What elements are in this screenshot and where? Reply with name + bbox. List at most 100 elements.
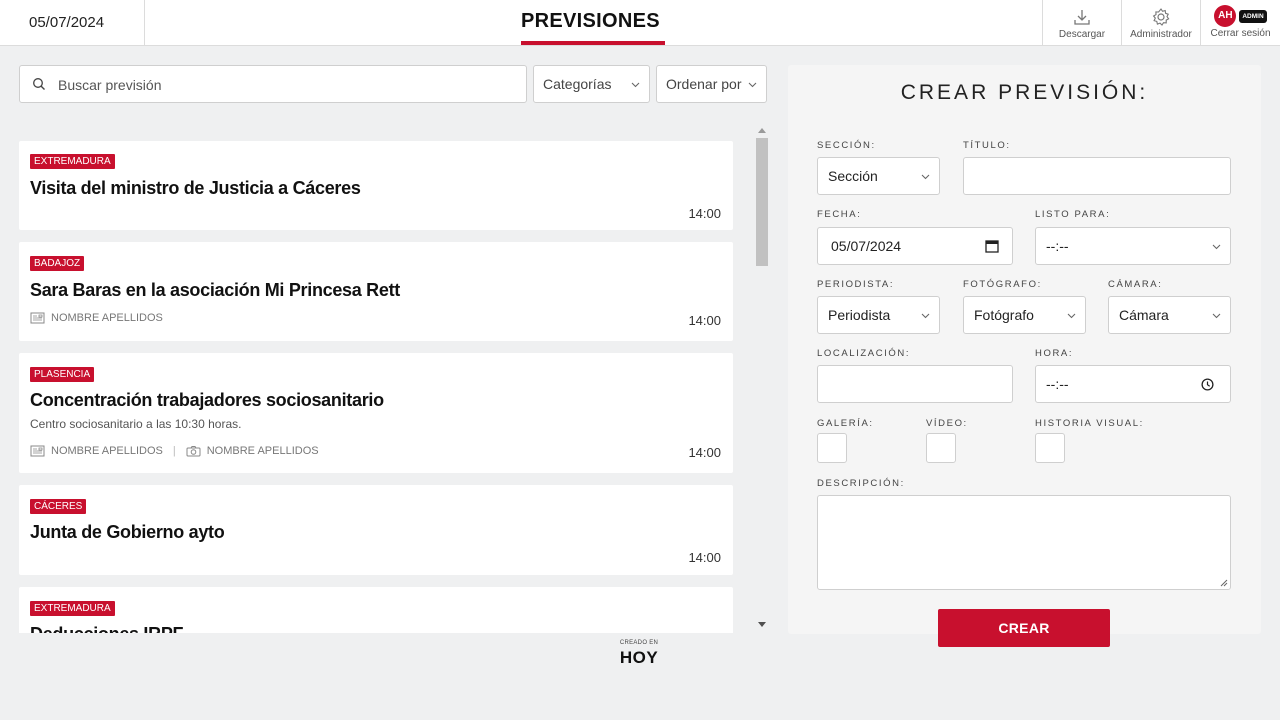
form-title: CREAR PREVISIÓN: [900,81,1149,104]
list-item[interactable]: CÁCERES Junta de Gobierno ayto 14:00 [19,485,733,575]
sort-label: Ordenar por [666,76,742,92]
item-title: Visita del ministro de Justicia a Cácere… [30,178,361,198]
historia-visual-checkbox[interactable] [1035,433,1065,463]
item-title: Junta de Gobierno ayto [30,522,225,542]
sort-dropdown[interactable]: Ordenar por [656,65,767,103]
create-form-panel: CREAR PREVISIÓN: SECCIÓN: Sección TÍTULO… [788,65,1261,647]
fotografo-value: Fotógrafo [974,307,1034,323]
created-in-label: CREADO EN [619,640,659,646]
localizacion-label: LOCALIZACIÓN: [817,348,911,359]
chevron-down-icon [631,82,640,88]
hora-input[interactable]: --:-- [1035,365,1231,403]
title-underline [521,41,665,45]
periodista-value: Periodista [828,307,891,323]
hoy-logo: HOY [619,648,659,667]
top-header: 05/07/2024 PREVISIONES Descargar Adminis… [0,0,1280,46]
camara-label: CÁMARA: [1108,279,1163,290]
listo-para-select[interactable]: --:-- [1035,227,1231,265]
seccion-label: SECCIÓN: [817,140,876,151]
current-date: 05/07/2024 [0,0,145,45]
item-time: 14:00 [688,206,721,221]
hora-label: HORA: [1035,348,1074,359]
user-badge: AH ADMIN [1201,5,1280,27]
listo-para-value: --:-- [1046,238,1069,254]
localizacion-input[interactable] [817,365,1013,403]
item-meta: NOMBRE APELLIDOS | NOMBRE APELLIDOS [30,445,319,457]
galeria-checkbox[interactable] [817,433,847,463]
item-meta: NOMBRE APELLIDOS [30,312,163,324]
list-item[interactable]: EXTREMADURA Deducciones IRPF [19,587,733,633]
categories-dropdown[interactable]: Categorías [533,65,650,103]
galeria-label: GALERÍA: [817,418,874,429]
list-item[interactable]: BADAJOZ Sara Baras en la asociación Mi P… [19,242,733,341]
scroll-down-arrow-icon[interactable] [758,622,766,627]
list-item[interactable]: EXTREMADURA Visita del ministro de Justi… [19,141,733,230]
avatar: AH [1214,5,1237,27]
search-icon [33,78,45,90]
chevron-down-icon [748,82,757,88]
periodista-select[interactable]: Periodista [817,296,940,334]
chevron-down-icon [921,313,930,319]
search-box[interactable] [19,65,527,103]
camara-select[interactable]: Cámara [1108,296,1231,334]
photographer-name: NOMBRE APELLIDOS [206,445,319,457]
seccion-select[interactable]: Sección [817,157,940,195]
journalist-name: NOMBRE APELLIDOS [51,445,163,457]
list-scrollbar[interactable] [753,125,768,633]
calendar-icon[interactable] [985,239,999,253]
item-time: 14:00 [688,313,721,328]
fecha-value: 05/07/2024 [831,238,902,254]
gear-icon [1152,8,1170,26]
fecha-label: FECHA: [817,209,862,220]
chevron-down-icon [921,174,930,180]
hora-value: --:-- [1046,376,1069,392]
historia-visual-label: HISTORIA VISUAL: [1035,418,1144,429]
download-icon [1074,10,1090,25]
camara-value: Cámara [1119,307,1169,323]
crear-button[interactable]: CREAR [938,609,1110,647]
descripcion-label: DESCRIPCIÓN: [817,478,905,489]
page-title: PREVISIONES [521,10,660,32]
scroll-up-arrow-icon[interactable] [758,128,766,133]
scrollbar-thumb[interactable] [756,138,768,266]
fotografo-select[interactable]: Fotógrafo [963,296,1086,334]
download-label: Descargar [1058,29,1106,40]
admin-label: Administrador [1130,29,1192,40]
resize-handle-icon[interactable] [1220,579,1228,587]
item-title: Concentración trabajadores sociosanitari… [30,390,384,410]
logout-button[interactable]: AH ADMIN Cerrar sesión [1200,0,1280,45]
video-label: VÍDEO: [926,418,968,429]
logout-label: Cerrar sesión [1210,28,1271,39]
search-input[interactable] [58,74,508,96]
meta-separator: | [172,445,176,457]
seccion-value: Sección [828,168,878,184]
admin-role-badge: ADMIN [1239,9,1267,23]
descripcion-textarea[interactable] [817,495,1231,590]
item-time: 14:00 [688,445,721,460]
fecha-input[interactable]: 05/07/2024 [817,227,1013,265]
newspaper-icon [30,312,45,324]
category-tag: PLASENCIA [30,367,95,382]
video-checkbox[interactable] [926,433,956,463]
fotografo-label: FOTÓGRAFO: [963,279,1042,290]
titulo-label: TÍTULO: [963,140,1011,151]
item-title: Sara Baras en la asociación Mi Princesa … [30,280,400,300]
categories-label: Categorías [543,76,612,92]
admin-button[interactable]: Administrador [1121,0,1200,45]
chevron-down-icon [1212,244,1221,250]
chevron-down-icon [1067,313,1076,319]
category-tag: EXTREMADURA [30,601,115,616]
previsiones-list[interactable]: EXTREMADURA Visita del ministro de Justi… [19,125,769,633]
journalist-name: NOMBRE APELLIDOS [51,312,163,324]
chevron-down-icon [1212,313,1221,319]
item-description: Centro sociosanitario a las 10:30 horas. [30,417,242,431]
newspaper-icon [30,445,45,457]
clock-icon[interactable] [1201,378,1214,391]
category-tag: EXTREMADURA [30,154,115,169]
download-button[interactable]: Descargar [1042,0,1121,45]
category-tag: CÁCERES [30,499,87,514]
titulo-input[interactable] [963,157,1231,195]
list-item[interactable]: PLASENCIA Concentración trabajadores soc… [19,353,733,473]
item-time: 14:00 [688,550,721,565]
camera-icon [186,446,201,457]
